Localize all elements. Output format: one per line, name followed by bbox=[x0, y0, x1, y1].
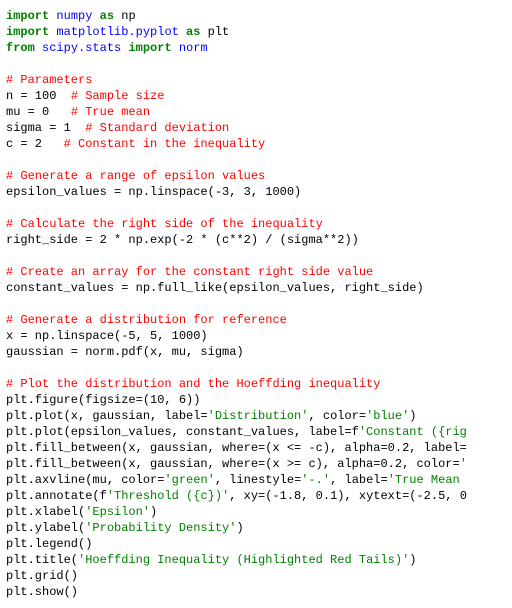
code-text: plt.fill_between(x, gaussian, where=(x >… bbox=[6, 457, 460, 471]
code-text: plt.fill_between(x, gaussian, where=(x <… bbox=[6, 441, 467, 455]
code-text: ) bbox=[236, 521, 243, 535]
code-text: plt.plot(x, gaussian, label= bbox=[6, 409, 208, 423]
code-text: , label= bbox=[330, 473, 388, 487]
string: 'Constant ({rig bbox=[359, 425, 467, 439]
string: 'green' bbox=[164, 473, 214, 487]
code-text: plt.title( bbox=[6, 553, 78, 567]
code-text: plt.xlabel( bbox=[6, 505, 85, 519]
code-text: plt.plot(epsilon_values, constant_values… bbox=[6, 425, 359, 439]
string: 'Threshold ({c})' bbox=[107, 489, 229, 503]
alias: np bbox=[121, 9, 135, 23]
comment: # Plot the distribution and the Hoeffdin… bbox=[6, 377, 380, 391]
code-line: gaussian = norm.pdf(x, mu, sigma) bbox=[6, 345, 244, 359]
code-line: sigma = 1 # Standard deviation bbox=[6, 121, 229, 135]
string: 'True Mean bbox=[388, 473, 460, 487]
comment: # Generate a distribution for reference bbox=[6, 313, 287, 327]
string: ' bbox=[460, 457, 467, 471]
code-line: x = np.linspace(-5, 5, 1000) bbox=[6, 329, 208, 343]
string: 'blue' bbox=[366, 409, 409, 423]
module-scipy: scipy.stats bbox=[42, 41, 121, 55]
code-text: plt.axvline(mu, color= bbox=[6, 473, 164, 487]
comment: # Standard deviation bbox=[85, 121, 229, 135]
code-line: plt.title('Hoeffding Inequality (Highlig… bbox=[6, 553, 416, 567]
code-line: plt.grid() bbox=[6, 569, 78, 583]
code-line: mu = 0 # True mean bbox=[6, 105, 150, 119]
string: 'Hoeffding Inequality (Highlighted Red T… bbox=[78, 553, 409, 567]
code-text: , color= bbox=[308, 409, 366, 423]
comment: # Parameters bbox=[6, 73, 92, 87]
code-line: c = 2 # Constant in the inequality bbox=[6, 137, 265, 151]
code-line: plt.figure(figsize=(10, 6)) bbox=[6, 393, 200, 407]
statement: c = 2 bbox=[6, 137, 64, 151]
keyword-from: from bbox=[6, 41, 35, 55]
code-line: plt.fill_between(x, gaussian, where=(x >… bbox=[6, 457, 467, 471]
code-line: import numpy as np bbox=[6, 9, 136, 23]
name-norm: norm bbox=[179, 41, 208, 55]
alias: plt bbox=[208, 25, 230, 39]
string: 'Epsilon' bbox=[85, 505, 150, 519]
code-line: n = 100 # Sample size bbox=[6, 89, 164, 103]
comment: # True mean bbox=[71, 105, 150, 119]
code-text: plt.annotate(f bbox=[6, 489, 107, 503]
code-line: from scipy.stats import norm bbox=[6, 41, 208, 55]
code-line: plt.plot(x, gaussian, label='Distributio… bbox=[6, 409, 417, 423]
code-text: ) bbox=[409, 409, 416, 423]
module-numpy: numpy bbox=[56, 9, 92, 23]
comment: # Generate a range of epsilon values bbox=[6, 169, 265, 183]
code-line: plt.show() bbox=[6, 585, 78, 599]
code-line: plt.fill_between(x, gaussian, where=(x <… bbox=[6, 441, 467, 455]
code-line: epsilon_values = np.linspace(-3, 3, 1000… bbox=[6, 185, 301, 199]
module-matplotlib: matplotlib.pyplot bbox=[56, 25, 178, 39]
code-line: plt.plot(epsilon_values, constant_values… bbox=[6, 425, 467, 439]
code-line: right_side = 2 * np.exp(-2 * (c**2) / (s… bbox=[6, 233, 359, 247]
code-line: import matplotlib.pyplot as plt bbox=[6, 25, 229, 39]
keyword-import: import bbox=[6, 25, 49, 39]
code-line: plt.axvline(mu, color='green', linestyle… bbox=[6, 473, 460, 487]
code-text: plt.ylabel( bbox=[6, 521, 85, 535]
code-line: plt.annotate(f'Threshold ({c})', xy=(-1.… bbox=[6, 489, 467, 503]
comment: # Sample size bbox=[71, 89, 165, 103]
comment: # Constant in the inequality bbox=[64, 137, 266, 151]
comment: # Create an array for the constant right… bbox=[6, 265, 373, 279]
code-text: , linestyle= bbox=[215, 473, 301, 487]
statement: n = 100 bbox=[6, 89, 71, 103]
code-text: ) bbox=[409, 553, 416, 567]
keyword-import: import bbox=[6, 9, 49, 23]
code-line: plt.legend() bbox=[6, 537, 92, 551]
code-line: plt.xlabel('Epsilon') bbox=[6, 505, 157, 519]
comment: # Calculate the right side of the inequa… bbox=[6, 217, 323, 231]
code-text: ) bbox=[150, 505, 157, 519]
statement: sigma = 1 bbox=[6, 121, 85, 135]
string: '-.' bbox=[301, 473, 330, 487]
code-text: , xy=(-1.8, 0.1), xytext=(-2.5, 0 bbox=[229, 489, 467, 503]
python-code-block: import numpy as np import matplotlib.pyp… bbox=[0, 0, 512, 608]
code-line: plt.ylabel('Probability Density') bbox=[6, 521, 244, 535]
statement: mu = 0 bbox=[6, 105, 71, 119]
string: 'Probability Density' bbox=[85, 521, 236, 535]
keyword-import: import bbox=[128, 41, 171, 55]
keyword-as: as bbox=[100, 9, 114, 23]
string: 'Distribution' bbox=[208, 409, 309, 423]
keyword-as: as bbox=[186, 25, 200, 39]
code-line: constant_values = np.full_like(epsilon_v… bbox=[6, 281, 424, 295]
